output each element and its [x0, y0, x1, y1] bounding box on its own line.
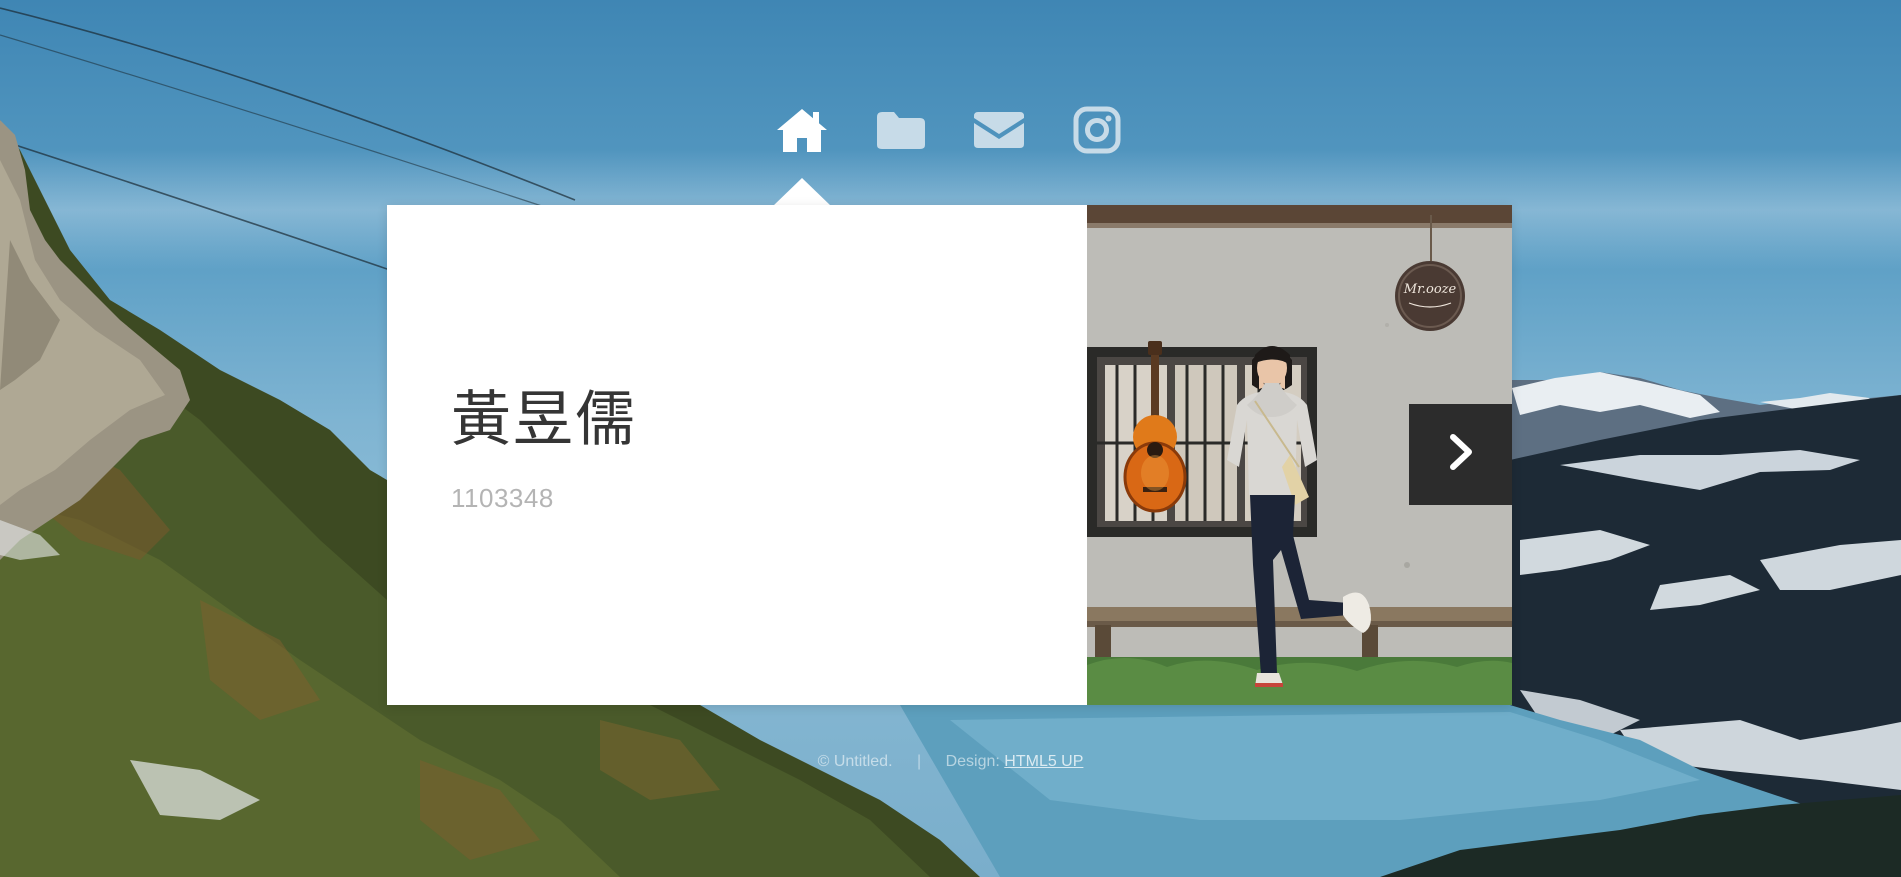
nav-work[interactable] — [869, 100, 933, 160]
nav-instagram[interactable] — [1065, 100, 1129, 160]
design-label: Design: — [945, 753, 1000, 770]
copyright-text: © Untitled. — [817, 753, 893, 770]
instagram-icon — [1073, 106, 1121, 154]
folder-icon — [875, 109, 927, 151]
sign-text: Mr.ooze — [1403, 282, 1457, 297]
footer: © Untitled. | Design: HTML5 UP — [0, 753, 1901, 771]
student-id: 1103348 — [451, 483, 554, 513]
profile-name: 黃昱儒 — [451, 385, 637, 455]
profile-photo: Mr.ooze — [1087, 205, 1512, 705]
chevron-right-icon — [1448, 433, 1474, 476]
home-icon — [774, 106, 830, 154]
intro-text-panel: 黃昱儒 1103348 — [387, 205, 1087, 705]
intro-card: 黃昱儒 1103348 Mr.ooze — [387, 205, 1512, 705]
next-button[interactable] — [1409, 404, 1512, 505]
main-nav — [0, 100, 1901, 160]
design-credit-link[interactable]: HTML5 UP — [1004, 753, 1083, 770]
envelope-icon — [973, 110, 1025, 150]
footer-separator: | — [916, 753, 922, 770]
nav-active-indicator — [773, 178, 831, 206]
nav-home[interactable] — [770, 100, 834, 160]
nav-contact[interactable] — [967, 100, 1031, 160]
